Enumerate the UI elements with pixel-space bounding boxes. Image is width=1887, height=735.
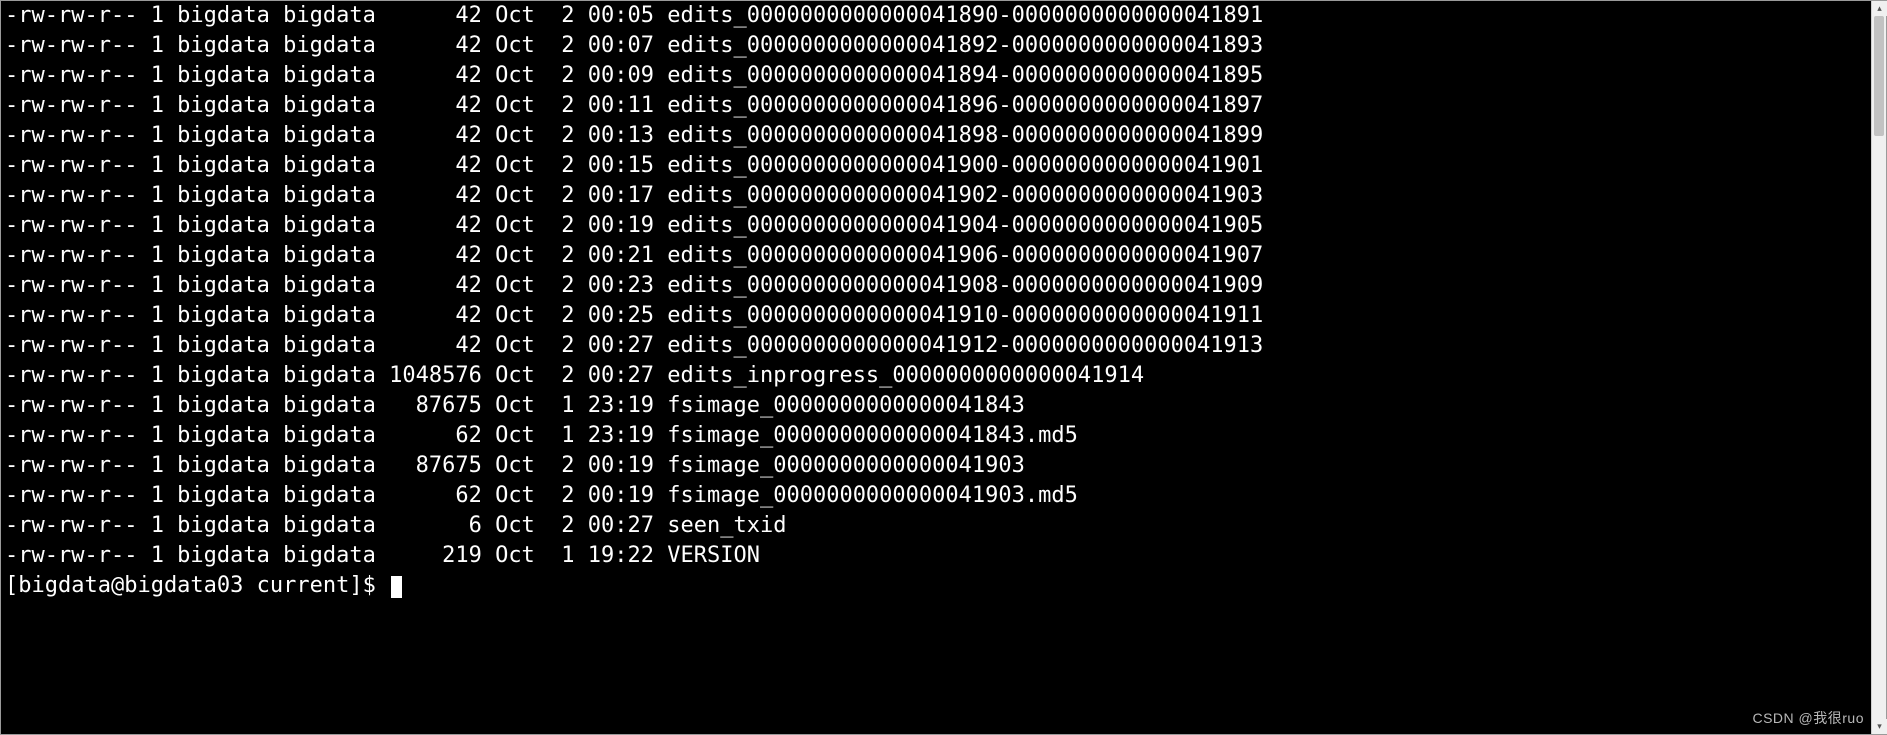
vertical-scrollbar[interactable]: ▴ ▾ (1871, 1, 1886, 734)
listing-row: -rw-rw-r-- 1 bigdata bigdata 42 Oct 2 00… (5, 121, 1867, 151)
listing-row: -rw-rw-r-- 1 bigdata bigdata 62 Oct 1 23… (5, 421, 1867, 451)
listing-row: -rw-rw-r-- 1 bigdata bigdata 87675 Oct 1… (5, 391, 1867, 421)
listing-row: -rw-rw-r-- 1 bigdata bigdata 42 Oct 2 00… (5, 211, 1867, 241)
scrollbar-down-arrow-icon[interactable]: ▾ (1872, 719, 1887, 734)
listing-row: -rw-rw-r-- 1 bigdata bigdata 42 Oct 2 00… (5, 91, 1867, 121)
scrollbar-thumb[interactable] (1874, 16, 1884, 136)
scrollbar-track[interactable] (1872, 16, 1886, 719)
watermark-text: CSDN @我很ruo (1752, 708, 1864, 728)
cursor-icon (391, 576, 402, 598)
listing-row: -rw-rw-r-- 1 bigdata bigdata 42 Oct 2 00… (5, 271, 1867, 301)
listing-row: -rw-rw-r-- 1 bigdata bigdata 42 Oct 2 00… (5, 331, 1867, 361)
listing-row: -rw-rw-r-- 1 bigdata bigdata 62 Oct 2 00… (5, 481, 1867, 511)
prompt-text: [bigdata@bigdata03 current]$ (5, 573, 389, 598)
listing-row: -rw-rw-r-- 1 bigdata bigdata 42 Oct 2 00… (5, 301, 1867, 331)
listing-row: -rw-rw-r-- 1 bigdata bigdata 6 Oct 2 00:… (5, 511, 1867, 541)
listing-row: -rw-rw-r-- 1 bigdata bigdata 42 Oct 2 00… (5, 151, 1867, 181)
listing-row: -rw-rw-r-- 1 bigdata bigdata 42 Oct 2 00… (5, 181, 1867, 211)
listing-row: -rw-rw-r-- 1 bigdata bigdata 42 Oct 2 00… (5, 61, 1867, 91)
listing-row: -rw-rw-r-- 1 bigdata bigdata 87675 Oct 2… (5, 451, 1867, 481)
terminal-output[interactable]: -rw-rw-r-- 1 bigdata bigdata 42 Oct 2 00… (1, 1, 1871, 734)
terminal-window: -rw-rw-r-- 1 bigdata bigdata 42 Oct 2 00… (0, 0, 1887, 735)
listing-row: -rw-rw-r-- 1 bigdata bigdata 42 Oct 2 00… (5, 241, 1867, 271)
listing-row: -rw-rw-r-- 1 bigdata bigdata 219 Oct 1 1… (5, 541, 1867, 571)
listing-row: -rw-rw-r-- 1 bigdata bigdata 42 Oct 2 00… (5, 1, 1867, 31)
scrollbar-up-arrow-icon[interactable]: ▴ (1872, 1, 1887, 16)
listing-row: -rw-rw-r-- 1 bigdata bigdata 1048576 Oct… (5, 361, 1867, 391)
shell-prompt[interactable]: [bigdata@bigdata03 current]$ (5, 571, 1867, 601)
listing-row: -rw-rw-r-- 1 bigdata bigdata 42 Oct 2 00… (5, 31, 1867, 61)
